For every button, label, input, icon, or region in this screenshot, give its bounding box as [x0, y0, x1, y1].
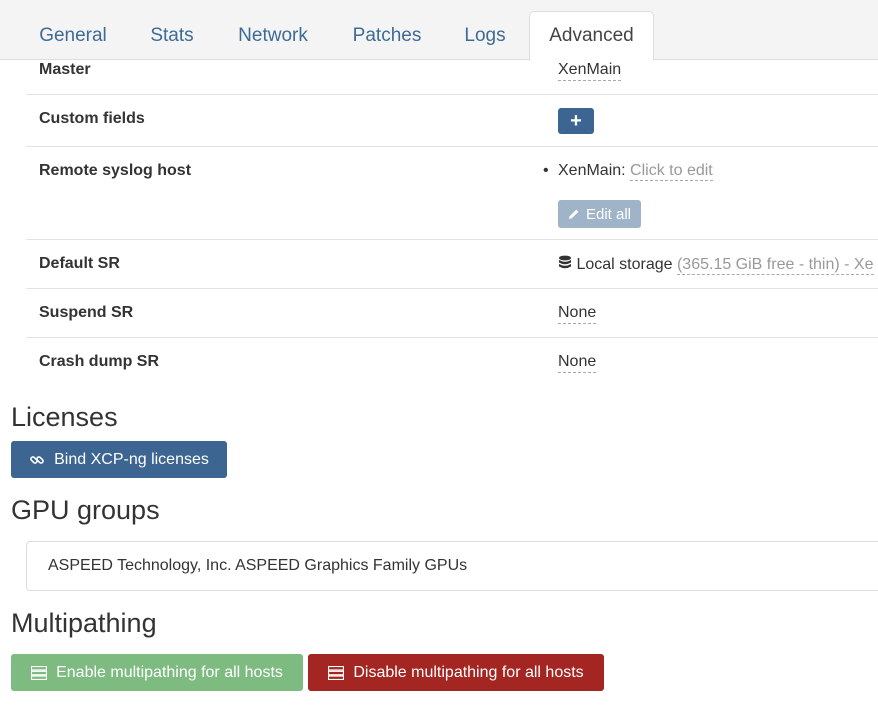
edit-all-button[interactable]: Edit all [558, 200, 641, 228]
master-value[interactable]: XenMain [558, 61, 622, 81]
default-sr-name: Local storage [576, 256, 673, 273]
row-crash-dump-sr: Crash dump SR None [26, 338, 878, 387]
gpu-groups-heading: GPU groups [11, 495, 160, 525]
remote-syslog-label: Remote syslog host [39, 162, 192, 179]
pencil-icon [568, 208, 580, 220]
gpu-group-name: ASPEED Technology, Inc. ASPEED Graphics … [48, 557, 468, 574]
licenses-heading: Licenses [11, 402, 118, 432]
tab-logs[interactable]: Logs [450, 11, 520, 60]
properties-table: Master XenMain Custom fields + Remote sy… [26, 60, 878, 387]
add-custom-field-button[interactable]: + [558, 108, 594, 134]
syslog-entry: XenMain: Click to edit [558, 162, 713, 181]
disable-multipathing-button[interactable]: Disable multipathing for all hosts [308, 654, 604, 691]
tab-network[interactable]: Network [222, 11, 324, 60]
row-default-sr: Default SR Local storage (365.15 GiB fre… [26, 240, 878, 289]
tab-patches[interactable]: Patches [337, 11, 437, 60]
row-remote-syslog: Remote syslog host • XenMain: Click to e… [26, 147, 878, 240]
click-to-edit-link[interactable]: Click to edit [630, 162, 713, 181]
master-label: Master [39, 61, 91, 78]
suspend-sr-label: Suspend SR [39, 304, 134, 321]
link-icon [29, 452, 45, 468]
database-icon [558, 255, 572, 271]
suspend-sr-value[interactable]: None [558, 304, 597, 324]
edit-all-label: Edit all [585, 205, 632, 223]
row-master: Master XenMain [26, 60, 878, 95]
row-custom-fields: Custom fields + [26, 95, 878, 147]
enable-multipathing-button[interactable]: Enable multipathing for all hosts [11, 654, 303, 691]
tab-advanced[interactable]: Advanced [529, 11, 654, 61]
syslog-host-name: XenMain: [558, 162, 626, 179]
custom-fields-label: Custom fields [39, 110, 145, 127]
list-bullet: • [543, 162, 549, 179]
server-icon [328, 665, 345, 680]
tab-general[interactable]: General [26, 11, 120, 60]
default-sr-value[interactable]: Local storage (365.15 GiB free - thin) -… [558, 255, 874, 275]
disable-multipathing-label: Disable multipathing for all hosts [353, 663, 584, 681]
server-icon [31, 665, 48, 680]
multipathing-heading: Multipathing [11, 608, 157, 638]
tab-stats[interactable]: Stats [135, 11, 209, 60]
bind-licenses-label: Bind XCP-ng licenses [54, 450, 209, 468]
tab-bar: General Stats Network Patches Logs Advan… [0, 0, 878, 61]
default-sr-label: Default SR [39, 255, 120, 272]
row-suspend-sr: Suspend SR None [26, 289, 878, 338]
default-sr-detail: (365.15 GiB free - thin) - Xe [676, 256, 874, 275]
gpu-group-item: ASPEED Technology, Inc. ASPEED Graphics … [26, 541, 878, 591]
enable-multipathing-label: Enable multipathing for all hosts [56, 663, 283, 681]
crash-dump-sr-label: Crash dump SR [39, 353, 160, 370]
bind-licenses-button[interactable]: Bind XCP-ng licenses [11, 441, 227, 478]
crash-dump-sr-value[interactable]: None [558, 353, 597, 373]
